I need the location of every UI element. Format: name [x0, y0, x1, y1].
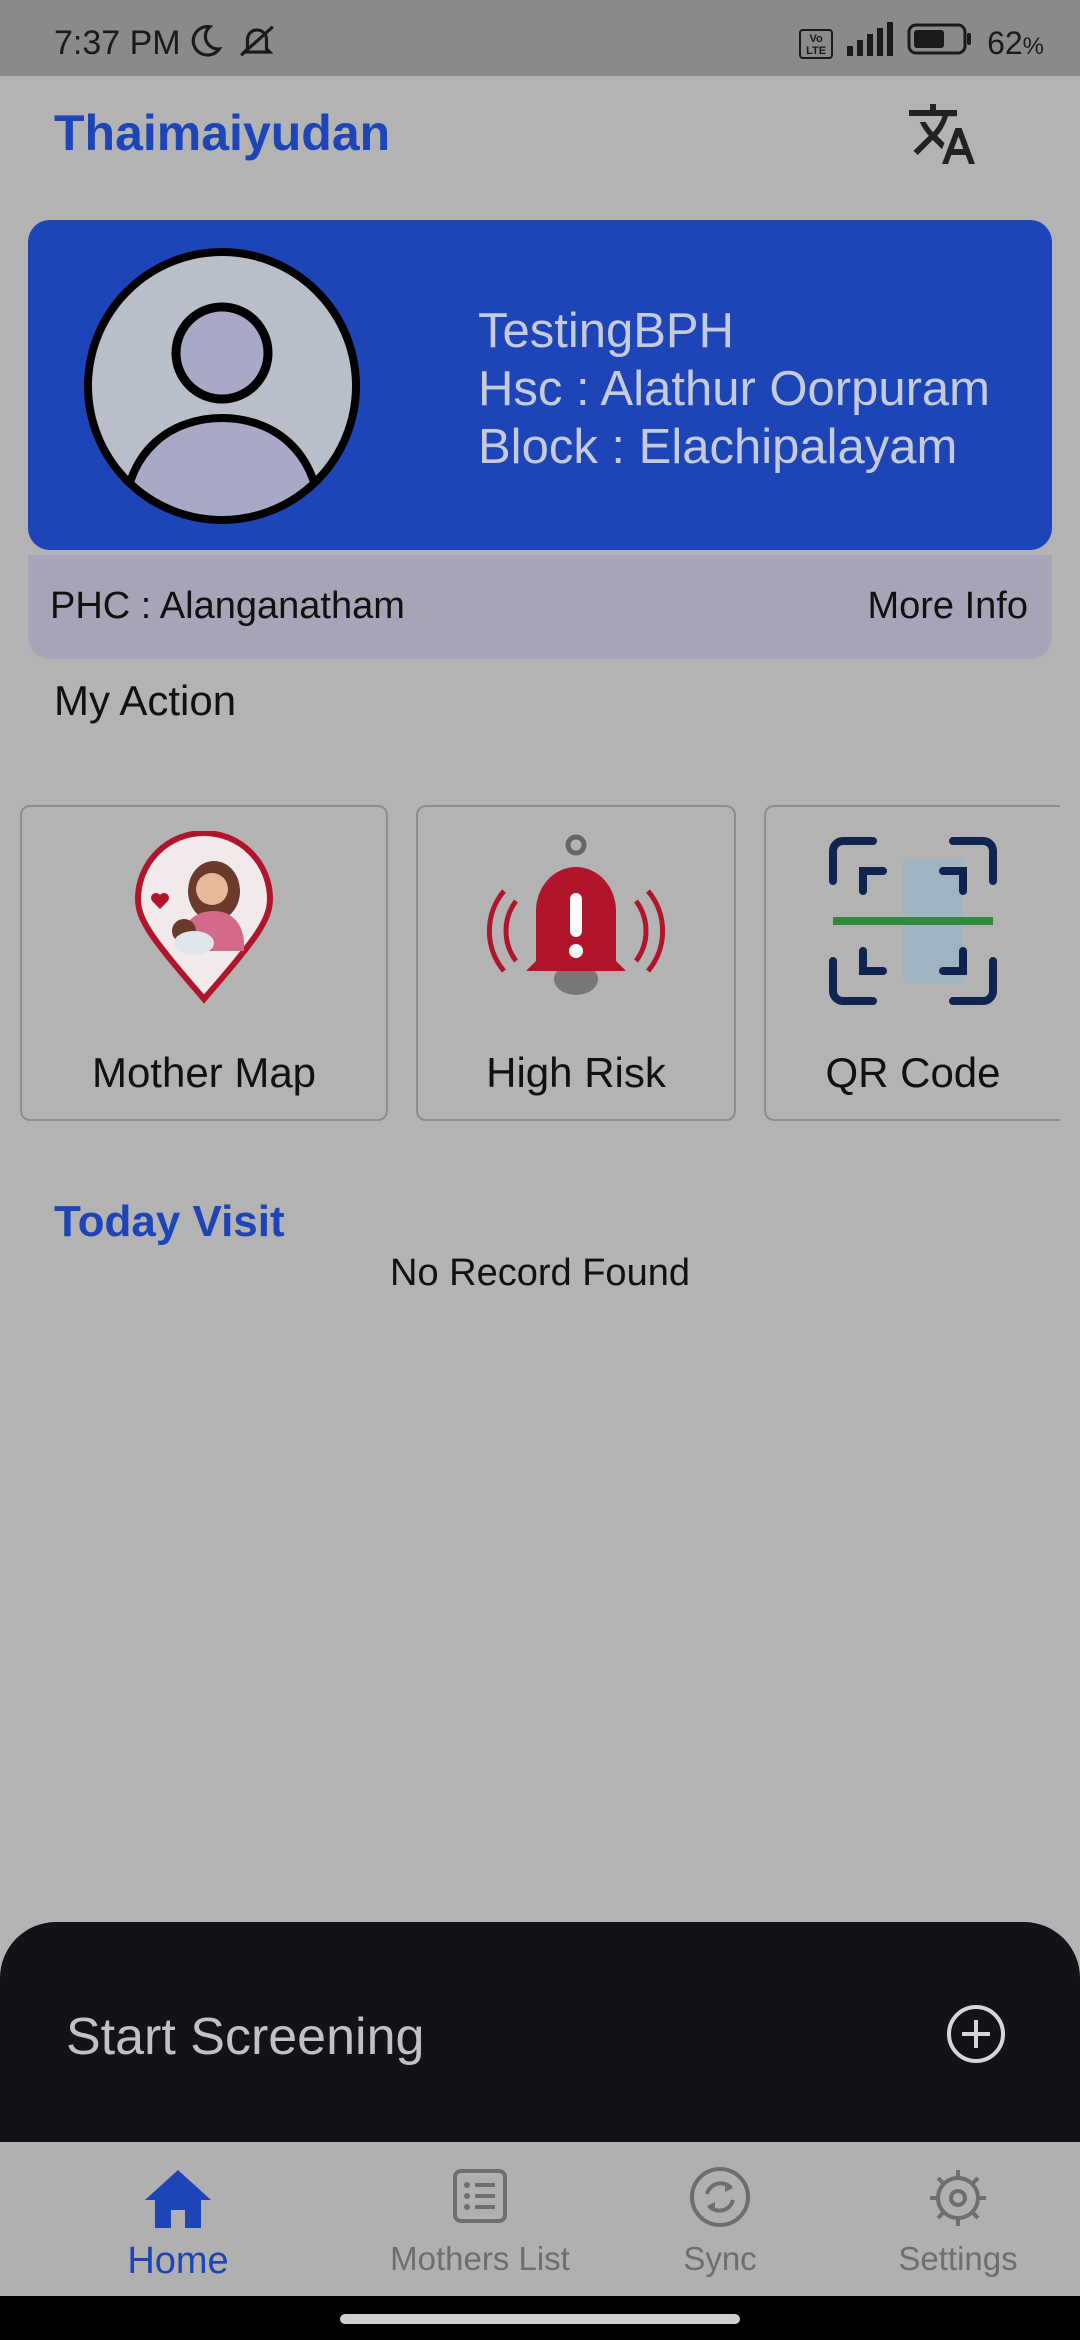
status-time: 7:37 PM — [54, 24, 181, 62]
today-visit-title: Today Visit — [54, 1197, 285, 1246]
nav-sync-label: Sync — [683, 2240, 757, 2277]
profile-details: TestingBPH Hsc : Alathur Oorpuram Block … — [478, 302, 990, 476]
translate-button[interactable] — [906, 98, 978, 170]
profile-card: TestingBPH Hsc : Alathur Oorpuram Block … — [28, 220, 1052, 550]
battery-icon — [907, 22, 973, 65]
volte-badge-bottom: LTE — [806, 44, 827, 57]
plus-circle-icon[interactable] — [946, 2004, 1006, 2064]
action-carousel[interactable]: Mother Map High Risk QR Code — [0, 805, 1080, 1123]
profile-hsc: Hsc : Alathur Oorpuram — [478, 362, 990, 416]
nav-mothers-list[interactable]: Mothers List — [378, 2166, 582, 2278]
battery-percentage: 62% — [987, 25, 1044, 61]
signal-icon — [847, 22, 894, 65]
moon-icon — [186, 22, 224, 69]
start-screening-sheet[interactable]: Start Screening — [0, 1922, 1080, 2142]
home-icon — [143, 2166, 213, 2236]
nav-settings[interactable]: Settings — [888, 2166, 1028, 2278]
bottom-navigation: Home Mothers List Sync Settings — [0, 2142, 1080, 2296]
my-action-title: My Action — [54, 677, 237, 724]
status-bar: 7:37 PM Vo LTE 62% — [0, 0, 1080, 76]
nav-home[interactable]: Home — [126, 2166, 230, 2283]
phc-bar: PHC : Alanganatham More Info — [28, 555, 1052, 659]
muted-bell-icon — [236, 22, 278, 69]
list-icon — [445, 2166, 515, 2236]
empty-state-text: No Record Found — [390, 1252, 690, 1294]
more-info-link[interactable]: More Info — [867, 585, 1028, 628]
gear-icon — [923, 2166, 993, 2236]
translate-icon — [906, 104, 978, 174]
volte-badge-top: Vo — [809, 32, 823, 45]
action-card-mother-map[interactable]: Mother Map — [20, 805, 388, 1121]
mother-map-pin-icon — [114, 830, 294, 1011]
home-gesture-pill[interactable] — [340, 2314, 740, 2324]
nav-mothers-list-label: Mothers List — [390, 2240, 570, 2277]
system-nav-bar — [0, 2296, 1080, 2340]
action-card-high-risk[interactable]: High Risk — [416, 805, 736, 1121]
profile-name: TestingBPH — [478, 304, 735, 358]
avatar — [84, 248, 360, 524]
nav-sync[interactable]: Sync — [676, 2166, 764, 2278]
profile-block: Block : Elachipalayam — [478, 420, 958, 474]
nav-home-label: Home — [127, 2240, 229, 2282]
phc-label: PHC : Alanganatham — [50, 585, 405, 627]
app-title: Thaimaiyudan — [54, 105, 391, 161]
action-label-high-risk: High Risk — [486, 1049, 666, 1096]
nav-settings-label: Settings — [898, 2240, 1018, 2277]
volte-icon: Vo LTE — [799, 28, 834, 59]
qr-scan-icon — [823, 831, 1003, 1011]
action-card-qr-code[interactable]: QR Code — [764, 805, 1060, 1121]
action-label-mother-map: Mother Map — [91, 1049, 317, 1096]
action-label-qr-code: QR Code — [825, 1049, 1001, 1096]
start-screening-label: Start Screening — [66, 2008, 425, 2066]
alarm-bell-icon — [486, 831, 666, 1011]
sync-icon — [685, 2166, 755, 2236]
